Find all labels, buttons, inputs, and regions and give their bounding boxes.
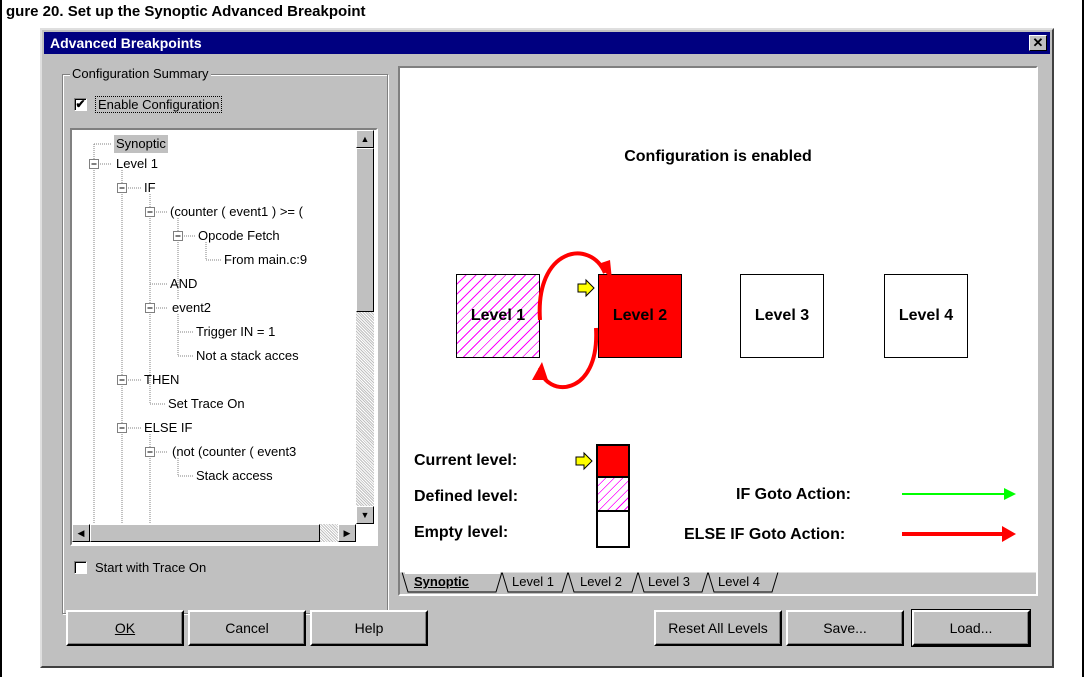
tree-item-not-counter-event3[interactable]: (not (counter ( event3 xyxy=(172,443,296,461)
cancel-button[interactable]: Cancel xyxy=(188,610,306,646)
horizontal-scroll-thumb[interactable] xyxy=(90,524,320,542)
dialog-title: Advanced Breakpoints xyxy=(50,35,202,51)
legend-current-label: Current level: xyxy=(414,452,518,469)
enable-configuration-checkbox[interactable]: ✔ xyxy=(74,98,87,111)
legend-empty-label: Empty level: xyxy=(414,524,509,541)
legend-if-goto-label: IF Goto Action: xyxy=(736,486,851,503)
tab-level3[interactable]: Level 3 xyxy=(648,572,690,593)
help-button[interactable]: Help xyxy=(310,610,428,646)
scroll-up-button[interactable]: ▲ xyxy=(356,130,374,148)
title-bar: Advanced Breakpoints ✕ xyxy=(44,32,1050,54)
reset-all-levels-button[interactable]: Reset All Levels xyxy=(654,610,782,646)
help-label: Help xyxy=(354,620,384,636)
start-trace-label: Start with Trace On xyxy=(95,560,207,575)
tree-item-if[interactable]: IF xyxy=(144,179,156,197)
enable-configuration-label: Enable Configuration xyxy=(95,96,223,113)
arrow-left-icon: ◀ xyxy=(77,528,85,538)
close-icon: ✕ xyxy=(1032,35,1044,50)
tree-item-else-if[interactable]: ELSE IF xyxy=(144,419,192,437)
arrow-up-icon: ▲ xyxy=(360,134,370,144)
tree-vertical-scrollbar[interactable]: ▲ ▼ xyxy=(356,130,374,524)
arrow-right-icon: ▶ xyxy=(343,528,351,538)
ok-button[interactable]: OK xyxy=(66,610,184,646)
tab-synoptic[interactable]: Synoptic xyxy=(414,572,469,593)
level-tabs: Synoptic Level 1 Level 2 Level 3 Level 4 xyxy=(400,572,1036,594)
advanced-breakpoints-dialog: Advanced Breakpoints ✕ Configuration Sum… xyxy=(40,28,1054,668)
tab-level4[interactable]: Level 4 xyxy=(718,572,760,593)
current-marker-icon xyxy=(577,278,595,298)
legend-defined-label: Defined level: xyxy=(414,488,519,505)
legend-current-swatch xyxy=(596,444,630,478)
load-button[interactable]: Load... xyxy=(911,609,1031,647)
arrow-down-icon: ▼ xyxy=(360,510,370,520)
tree-item-opcode-fetch[interactable]: Opcode Fetch xyxy=(198,227,280,245)
enable-configuration-row[interactable]: ✔ Enable Configuration xyxy=(74,96,223,113)
cancel-label: Cancel xyxy=(225,620,269,636)
save-label: Save... xyxy=(823,620,867,636)
legend-empty-swatch xyxy=(596,512,630,548)
ok-label: OK xyxy=(114,620,136,636)
tree-item-trigger-in[interactable]: Trigger IN = 1 xyxy=(196,323,275,341)
synoptic-panel: Configuration is enabled Level 1 Level 2… xyxy=(398,66,1038,596)
tree-item-and[interactable]: AND xyxy=(170,275,197,293)
reset-label: Reset All Levels xyxy=(668,620,768,636)
configuration-tree[interactable]: Synoptic Level 1 IF (counter ( event1 ) … xyxy=(70,128,378,546)
tree-item-level1[interactable]: Level 1 xyxy=(116,155,158,173)
scroll-left-button[interactable]: ◀ xyxy=(72,524,90,542)
scroll-right-button[interactable]: ▶ xyxy=(338,524,356,542)
tree-item-event2[interactable]: event2 xyxy=(172,299,211,317)
tree-item-from-main[interactable]: From main.c:9 xyxy=(224,251,307,269)
legend-defined-swatch xyxy=(596,478,630,512)
vertical-scroll-thumb[interactable] xyxy=(356,148,374,312)
tree-item-counter-event1[interactable]: (counter ( event1 ) >= ( xyxy=(170,203,303,221)
figure-caption: gure 20. Set up the Synoptic Advanced Br… xyxy=(6,3,366,20)
legend-marker-icon xyxy=(575,451,593,471)
save-button[interactable]: Save... xyxy=(786,610,904,646)
close-button[interactable]: ✕ xyxy=(1029,35,1047,51)
tree-item-not-stack[interactable]: Not a stack acces xyxy=(196,347,299,365)
tree-item-then[interactable]: THEN xyxy=(144,371,179,389)
tree-item-set-trace-on[interactable]: Set Trace On xyxy=(168,395,245,413)
scroll-down-button[interactable]: ▼ xyxy=(356,506,374,524)
tree-horizontal-scrollbar[interactable]: ◀ ▶ xyxy=(72,524,356,542)
tree-item-synoptic[interactable]: Synoptic xyxy=(114,135,168,153)
start-trace-checkbox[interactable] xyxy=(74,561,87,574)
configuration-summary-label: Configuration Summary xyxy=(70,66,211,81)
load-label: Load... xyxy=(949,620,993,636)
tree-item-stack-access[interactable]: Stack access xyxy=(196,467,273,485)
tab-level2[interactable]: Level 2 xyxy=(580,572,622,593)
legend-else-goto-label: ELSE IF Goto Action: xyxy=(684,526,846,543)
start-trace-row[interactable]: Start with Trace On xyxy=(74,560,206,575)
tab-level1[interactable]: Level 1 xyxy=(512,572,554,593)
